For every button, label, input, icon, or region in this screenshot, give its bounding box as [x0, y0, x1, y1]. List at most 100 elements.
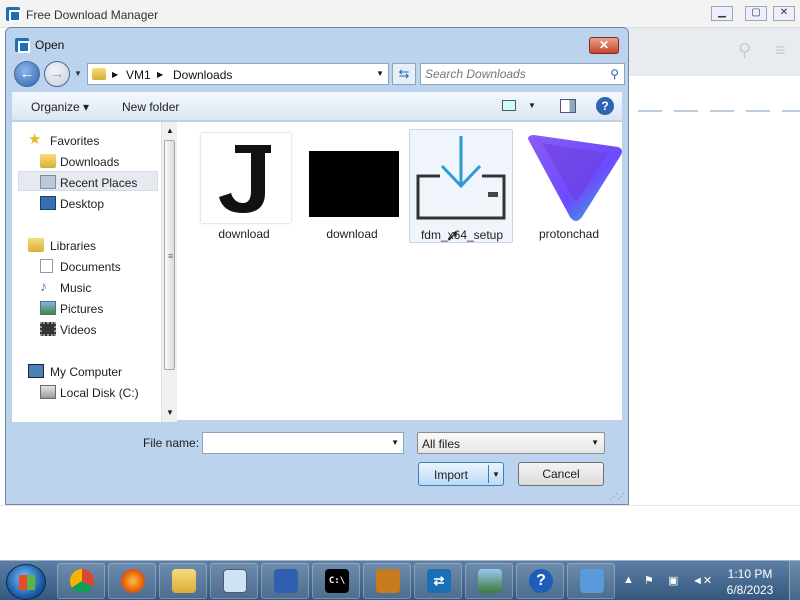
start-button[interactable]: [6, 564, 46, 600]
nav-item-music[interactable]: ♪ Music: [12, 277, 152, 297]
resize-grip-icon[interactable]: ⋰⋰: [610, 492, 625, 501]
taskbar-help[interactable]: ?: [516, 563, 564, 599]
file-item-download-black[interactable]: download: [300, 129, 404, 243]
network-icon: [274, 569, 298, 593]
nav-item-desktop[interactable]: Desktop: [12, 193, 152, 213]
help-icon: ?: [529, 569, 553, 593]
breadcrumb-separator[interactable]: ▶: [112, 70, 118, 79]
file-type-select[interactable]: All files ▼: [417, 432, 605, 454]
nav-item-label: Pictures: [60, 302, 104, 316]
show-hidden-icons-icon[interactable]: ▲: [623, 574, 634, 586]
nav-item-downloads[interactable]: Downloads: [12, 151, 152, 171]
change-view-icon[interactable]: [502, 100, 516, 111]
forward-button[interactable]: →: [44, 61, 70, 87]
nav-item-recent-places[interactable]: Recent Places: [18, 171, 158, 191]
address-bar[interactable]: ▶ VM1 ▶ Downloads ▼: [87, 63, 389, 85]
open-dialog: Open ✕ ← → ▼ ▶ VM1 ▶ Downloads ▼ ⇆ ⚲ Org…: [5, 27, 629, 505]
recent-locations-dropdown[interactable]: ▼: [74, 69, 82, 78]
breadcrumb-separator[interactable]: ▶: [157, 70, 163, 79]
taskbar-installer[interactable]: [363, 563, 411, 599]
file-name-input[interactable]: [206, 435, 376, 451]
action-center-icon[interactable]: ⚑: [644, 574, 654, 587]
file-item-protonchad[interactable]: protonchad: [517, 129, 622, 243]
fdm-titlebar: Free Download Manager ▁ ▢ ✕: [0, 0, 800, 28]
nav-item-label: My Computer: [50, 365, 123, 379]
mouse-cursor-icon: ➚: [446, 228, 460, 245]
preview-pane-icon[interactable]: [560, 99, 576, 113]
show-desktop-button[interactable]: [789, 561, 800, 600]
explorer-icon: [172, 569, 196, 593]
hard-drive-icon: [40, 385, 56, 399]
back-button[interactable]: ←: [14, 61, 40, 87]
nav-pane-scrollbar[interactable]: ▲ ≡ ▼: [161, 122, 177, 422]
new-folder-button[interactable]: New folder: [122, 100, 179, 114]
taskbar-explorer[interactable]: [159, 563, 207, 599]
photos-icon: [478, 569, 502, 593]
breadcrumb-vm1[interactable]: VM1: [126, 68, 151, 82]
dialog-titlebar: Open ✕: [6, 28, 628, 58]
file-name: download: [326, 227, 378, 241]
taskbar-chrome[interactable]: [57, 563, 105, 599]
volume-muted-icon[interactable]: ◄✕: [692, 574, 712, 587]
scroll-up-arrow-icon[interactable]: ▲: [166, 126, 174, 135]
nav-item-local-disk[interactable]: Local Disk (C:): [12, 382, 152, 402]
refresh-button[interactable]: ⇆: [392, 63, 416, 85]
network-status-icon[interactable]: ▣: [668, 574, 678, 587]
search-box[interactable]: ⚲: [420, 63, 625, 85]
fdm-logo-icon: [15, 38, 30, 53]
search-icon[interactable]: ⚲: [738, 40, 751, 61]
file-name-field[interactable]: ▼: [202, 432, 404, 454]
nav-item-documents[interactable]: Documents: [12, 256, 152, 276]
nav-item-videos[interactable]: Videos: [12, 319, 152, 339]
search-icon[interactable]: ⚲: [610, 67, 619, 81]
taskbar-fdm[interactable]: ⇄: [414, 563, 462, 599]
nav-item-favorites[interactable]: ★ Favorites: [12, 130, 152, 150]
nav-item-my-computer[interactable]: My Computer: [12, 361, 152, 381]
nav-item-pictures[interactable]: Pictures: [12, 298, 152, 318]
firefox-icon: [121, 569, 145, 593]
import-options-dropdown[interactable]: ▼: [492, 470, 500, 479]
clock[interactable]: 1:10 PM 6/8/2023: [716, 566, 784, 598]
help-icon[interactable]: ?: [596, 97, 614, 115]
chevron-down-icon[interactable]: ▼: [528, 101, 536, 110]
nav-item-label: Desktop: [60, 197, 105, 211]
taskbar-control-panel[interactable]: [567, 563, 615, 599]
file-item-fdm-setup[interactable]: fdm_x64_setup: [409, 129, 513, 243]
taskbar-notepad[interactable]: [210, 563, 258, 599]
nav-item-label: Documents: [60, 260, 121, 274]
organize-button[interactable]: Organize ▾: [31, 100, 89, 114]
import-button[interactable]: Import ▼: [418, 462, 504, 486]
maximize-button[interactable]: ▢: [745, 6, 767, 21]
chrome-icon: [70, 569, 94, 593]
scrollbar-thumb[interactable]: ≡: [164, 140, 175, 370]
cancel-button[interactable]: Cancel: [518, 462, 604, 486]
navigation-bar: ← → ▼ ▶ VM1 ▶ Downloads ▼ ⇆ ⚲: [11, 60, 625, 90]
taskbar-network[interactable]: [261, 563, 309, 599]
chevron-down-icon[interactable]: ▼: [391, 438, 399, 447]
taskbar: C:\ ⇄ ? ▲ ⚑ ▣ ◄✕ 1:10 PM 6/8/2023: [0, 560, 800, 600]
chevron-down-icon[interactable]: ▼: [376, 69, 384, 78]
minimize-button[interactable]: ▁: [711, 6, 733, 21]
import-button-label: Import: [434, 468, 469, 482]
taskbar-photos[interactable]: [465, 563, 513, 599]
nav-item-label: Local Disk (C:): [60, 386, 139, 400]
close-window-button[interactable]: ✕: [773, 6, 795, 21]
scroll-down-arrow-icon[interactable]: ▼: [166, 408, 174, 417]
taskbar-firefox[interactable]: [108, 563, 156, 599]
taskbar-cmd[interactable]: C:\: [312, 563, 360, 599]
split-divider: [488, 465, 489, 483]
dialog-close-button[interactable]: ✕: [589, 37, 619, 54]
file-item-download-j[interactable]: download: [192, 129, 296, 243]
search-input[interactable]: [425, 66, 595, 82]
file-type-value: All files: [422, 437, 461, 451]
recent-places-icon: [40, 175, 56, 189]
chevron-down-icon[interactable]: ▼: [591, 438, 599, 447]
fdm-divider: [638, 110, 800, 112]
breadcrumb-downloads[interactable]: Downloads: [173, 68, 232, 82]
fdm-icon: ⇄: [427, 569, 451, 593]
command-bar: Organize ▾ New folder ▼ ?: [11, 91, 623, 121]
nav-item-libraries[interactable]: Libraries: [12, 235, 152, 255]
file-list: download download fdm_x64_setup protonch…: [180, 122, 622, 420]
proton-vpn-icon: [526, 133, 622, 223]
menu-icon[interactable]: ≡: [775, 40, 786, 61]
